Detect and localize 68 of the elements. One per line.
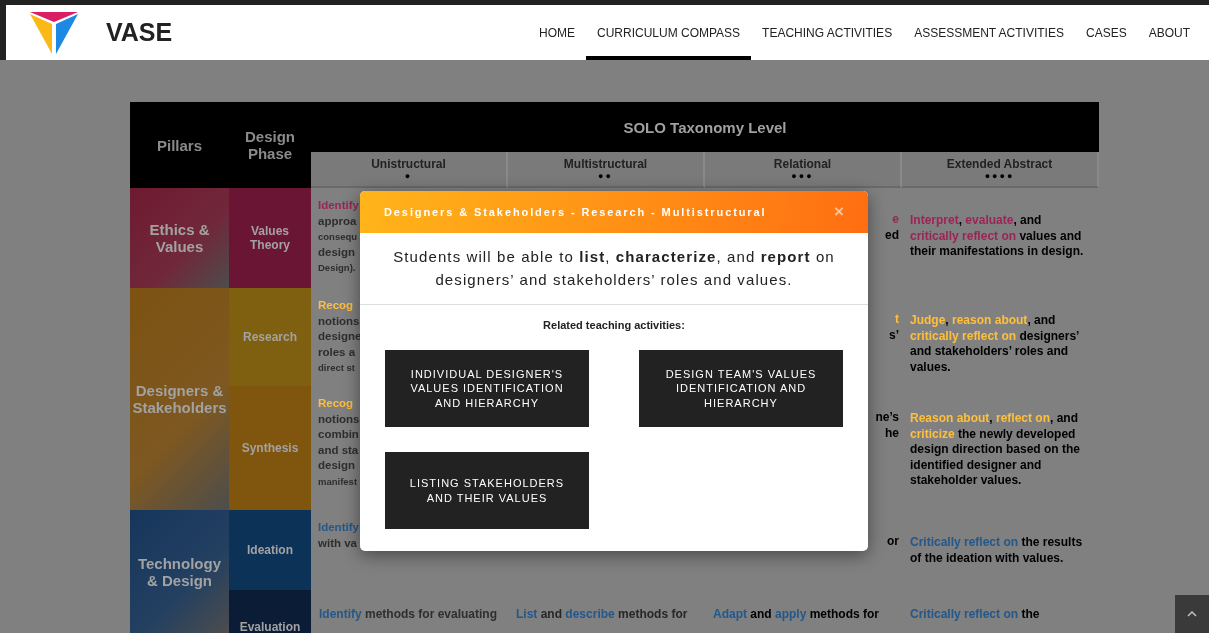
cell-text: Identify bbox=[318, 520, 359, 535]
cell-text: Reason about, reflect on, and criticize the newly developed design direction based on the identified designer and stakeholder values. bbox=[910, 411, 1081, 487]
cell-text: with va bbox=[318, 535, 357, 551]
cell-text: consequ bbox=[318, 230, 358, 244]
nav-link[interactable]: CASES bbox=[1074, 5, 1138, 60]
pillar-label: Designers & Stakeholders bbox=[130, 288, 229, 510]
learning-outcome: Students will be able to list, characterize, and report on designers’ and stakeholders’ roles and values. bbox=[360, 233, 868, 305]
modal-title: Designers & Stakeholders - Research - Multistructural bbox=[384, 206, 767, 218]
cell-text: combin bbox=[318, 427, 359, 442]
site-logo-text: VASE bbox=[106, 18, 173, 47]
cell-text: Identify bbox=[318, 198, 359, 213]
cell-text: design bbox=[318, 458, 356, 473]
cell-text: Interpret, evaluate, and critically reflect on values and their manifestations in design. bbox=[910, 213, 1084, 258]
cell-text: e bbox=[892, 212, 899, 228]
cell-text: he bbox=[885, 425, 899, 441]
scroll-top-button[interactable] bbox=[1175, 595, 1209, 633]
cell-text: and sta bbox=[318, 442, 359, 458]
nav-link[interactable]: CURRICULUM COMPASS bbox=[586, 5, 752, 60]
column-header: Design Phase bbox=[229, 102, 311, 188]
level-name: Extended Abstract bbox=[946, 157, 1053, 171]
level-dots: ●● bbox=[598, 171, 613, 181]
cell-text: Critically reflect on the results of the ideation with values. bbox=[910, 535, 1083, 565]
phase-label: Evaluation bbox=[229, 590, 311, 633]
cell-text: approa bbox=[318, 213, 357, 229]
column-header: SOLO Taxonomy Level bbox=[311, 102, 1099, 152]
cell-text: ne’s bbox=[875, 410, 899, 426]
cell-text: s’ bbox=[889, 327, 899, 343]
level-name: Relational bbox=[773, 157, 832, 171]
cell-text: direct st bbox=[318, 361, 355, 375]
nav-link[interactable]: ASSESSMENT ACTIVITIES bbox=[903, 5, 1075, 60]
cell-text: Critically reflect on the bbox=[910, 607, 1040, 621]
cell-text: or bbox=[887, 534, 899, 550]
level-name: Multistructural bbox=[563, 157, 648, 171]
cell-text: Design). bbox=[318, 261, 356, 275]
nav-link[interactable]: TEACHING ACTIVITIES bbox=[751, 5, 904, 60]
cell-text: roles a bbox=[318, 344, 356, 360]
phase-label: Ideation bbox=[229, 510, 311, 590]
cell-text: Recog bbox=[318, 298, 354, 313]
activity-button[interactable]: INDIVIDUAL DESIGNER'S VALUES IDENTIFICATION AND HIERARCHY bbox=[385, 350, 589, 427]
cell-text: Judge, reason about, and critically reflect on designers’ and stakeholders’ roles and values. bbox=[910, 313, 1079, 374]
cell-text: List and describe methods for bbox=[516, 607, 688, 621]
cell-text: manifest bbox=[318, 474, 358, 489]
nav-link[interactable]: HOME bbox=[528, 5, 586, 60]
phase-label: Research bbox=[229, 288, 311, 386]
phase-label: Synthesis bbox=[229, 386, 311, 510]
pillar-label: Technology & Design bbox=[130, 510, 229, 633]
column-header: Pillars bbox=[130, 102, 229, 188]
logo-icon bbox=[28, 9, 80, 56]
level-dots: ●●●● bbox=[984, 171, 1015, 181]
cell-text: Recog bbox=[318, 396, 354, 411]
cell-text: design bbox=[318, 244, 356, 260]
level-dots: ● bbox=[404, 171, 413, 181]
phase-label: Values Theory bbox=[229, 188, 311, 288]
cell-text: Identify methods for evaluating bbox=[319, 607, 498, 621]
caret-icon bbox=[1187, 611, 1197, 617]
related-heading: Related teaching activities: bbox=[542, 319, 686, 331]
cell-text: notions bbox=[318, 411, 360, 427]
cell-text: ed bbox=[885, 227, 899, 243]
nav-link[interactable]: ABOUT bbox=[1137, 5, 1201, 60]
cell-text: notions bbox=[318, 313, 360, 329]
cell-text: designe bbox=[318, 329, 362, 344]
cell-text: t bbox=[895, 312, 899, 328]
level-dots: ●●● bbox=[791, 171, 814, 181]
pillar-label: Ethics & Values bbox=[130, 188, 229, 288]
activity-button[interactable]: LISTING STAKEHOLDERS AND THEIR VALUES bbox=[385, 452, 589, 529]
level-name: Unistructural bbox=[371, 157, 446, 171]
cell-text: Adapt and apply methods for bbox=[713, 607, 880, 621]
activity-button[interactable]: DESIGN TEAM'S VALUES IDENTIFICATION AND HIERARCHY bbox=[639, 350, 843, 427]
